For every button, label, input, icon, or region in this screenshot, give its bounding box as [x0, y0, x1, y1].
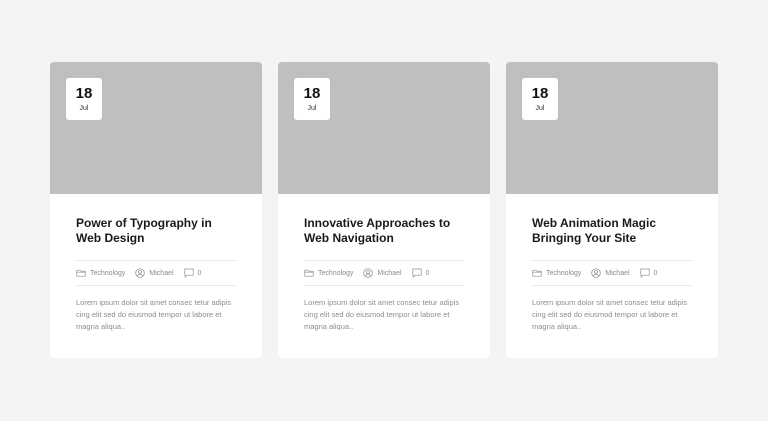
- meta-author[interactable]: Michael: [591, 268, 630, 278]
- date-day: 18: [303, 85, 321, 102]
- date-month: Jul: [79, 105, 89, 112]
- card-thumbnail[interactable]: 18 Jul: [50, 62, 262, 194]
- meta-comments[interactable]: 0: [639, 268, 658, 278]
- blog-card[interactable]: 18 Jul Innovative Approaches to Web Navi…: [278, 62, 490, 358]
- user-icon: [363, 268, 374, 278]
- blog-card[interactable]: 18 Jul Power of Typography in Web Design…: [50, 62, 262, 358]
- folder-icon: [76, 269, 86, 277]
- meta-author-label: Michael: [605, 269, 630, 277]
- card-excerpt: Lorem ipsum dolor sit amet consec tetur …: [532, 298, 688, 331]
- meta-category[interactable]: Technology: [304, 268, 353, 278]
- card-excerpt: Lorem ipsum dolor sit amet consec tetur …: [304, 298, 460, 331]
- folder-icon: [532, 269, 542, 277]
- blog-card[interactable]: 18 Jul Web Animation Magic Bringing Your…: [506, 62, 718, 358]
- meta-comments[interactable]: 0: [411, 268, 430, 278]
- blog-card-grid: 18 Jul Power of Typography in Web Design…: [50, 62, 718, 358]
- card-content: Power of Typography in Web Design Techno…: [50, 194, 262, 333]
- meta-comments[interactable]: 0: [183, 268, 202, 278]
- date-month: Jul: [535, 105, 545, 112]
- date-badge: 18 Jul: [66, 78, 102, 120]
- meta-category[interactable]: Technology: [532, 268, 581, 278]
- card-thumbnail[interactable]: 18 Jul: [506, 62, 718, 194]
- meta-category-label: Technology: [318, 269, 354, 277]
- card-excerpt: Lorem ipsum dolor sit amet consec tetur …: [76, 298, 232, 331]
- card-thumbnail[interactable]: 18 Jul: [278, 62, 490, 194]
- date-badge: 18 Jul: [294, 78, 330, 120]
- meta-category-label: Technology: [546, 269, 582, 277]
- meta-author[interactable]: Michael: [363, 268, 402, 278]
- date-day: 18: [75, 85, 93, 102]
- date-day: 18: [531, 85, 549, 102]
- comment-icon: [183, 268, 194, 278]
- user-icon: [591, 268, 602, 278]
- meta-comments-count: 0: [197, 269, 202, 277]
- user-icon: [135, 268, 146, 278]
- meta-author-label: Michael: [149, 269, 174, 277]
- card-meta: Technology Michael 0: [532, 260, 692, 286]
- meta-comments-count: 0: [425, 269, 430, 277]
- comment-icon: [411, 268, 422, 278]
- card-meta: Technology Michael 0: [304, 260, 464, 286]
- date-badge: 18 Jul: [522, 78, 558, 120]
- meta-author[interactable]: Michael: [135, 268, 174, 278]
- card-title[interactable]: Innovative Approaches to Web Navigation: [304, 216, 464, 248]
- meta-category-label: Technology: [90, 269, 126, 277]
- card-title[interactable]: Web Animation Magic Bringing Your Site: [532, 216, 692, 248]
- date-month: Jul: [307, 105, 317, 112]
- card-content: Innovative Approaches to Web Navigation …: [278, 194, 490, 333]
- meta-category[interactable]: Technology: [76, 268, 125, 278]
- card-meta: Technology Michael 0: [76, 260, 236, 286]
- card-content: Web Animation Magic Bringing Your Site T…: [506, 194, 718, 333]
- comment-icon: [639, 268, 650, 278]
- folder-icon: [304, 269, 314, 277]
- meta-author-label: Michael: [377, 269, 402, 277]
- meta-comments-count: 0: [653, 269, 658, 277]
- card-title[interactable]: Power of Typography in Web Design: [76, 216, 236, 248]
